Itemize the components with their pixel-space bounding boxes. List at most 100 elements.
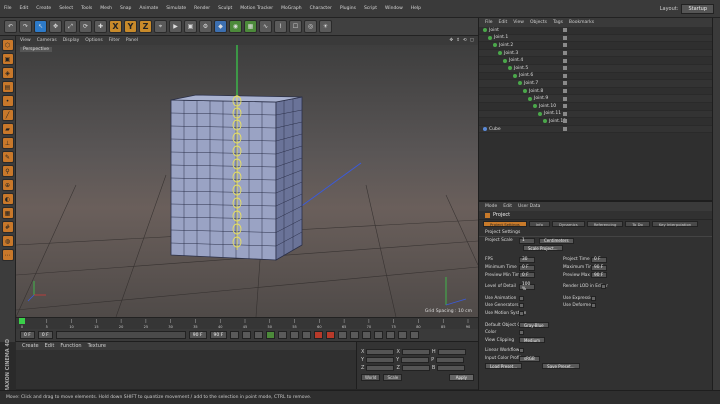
use-deformers-checkbox[interactable]: [591, 303, 596, 309]
menu-mograph[interactable]: MoGraph: [277, 6, 305, 11]
visibility-toggle-icon[interactable]: [563, 119, 567, 124]
visibility-toggle-icon[interactable]: [563, 35, 567, 40]
rotation-key-icon[interactable]: [374, 331, 384, 339]
scale-icon[interactable]: ⤢: [64, 20, 77, 33]
rotate-view-icon[interactable]: ⟲: [463, 38, 467, 43]
object-row[interactable]: Joint.9: [479, 95, 712, 103]
timeline-ruler[interactable]: 0 5 10 15 20 25 30 35 40 45 50 55 60 65 70 75 80 85 90: [16, 317, 478, 329]
current-frame-field[interactable]: 0 F: [37, 331, 53, 339]
maximize-view-icon[interactable]: ▢: [470, 38, 474, 43]
edges-mode-icon[interactable]: ╱: [1, 109, 14, 121]
position-key-icon[interactable]: [350, 331, 360, 339]
use-animation-checkbox[interactable]: [519, 295, 524, 301]
material-menu-texture[interactable]: Texture: [88, 343, 106, 349]
material-menu-edit[interactable]: Edit: [45, 343, 55, 349]
object-row[interactable]: Joint.12: [479, 118, 712, 126]
rotate-icon[interactable]: ⟳: [79, 20, 92, 33]
object-row[interactable]: Cube: [479, 125, 712, 134]
tab-to-do[interactable]: To Do: [625, 221, 650, 227]
right-side-tabs[interactable]: [712, 18, 720, 390]
z-axis-button[interactable]: Z: [139, 20, 152, 33]
prev-key-icon[interactable]: [242, 331, 252, 339]
spline-icon[interactable]: ∿: [259, 20, 272, 33]
use-generators-checkbox[interactable]: [519, 303, 524, 309]
object-row[interactable]: Joint.8: [479, 88, 712, 96]
enable-snap-icon[interactable]: ⊕: [1, 179, 14, 191]
redo-icon[interactable]: ↷: [19, 20, 32, 33]
use-expression-checkbox[interactable]: [591, 295, 596, 301]
undo-icon[interactable]: ↶: [4, 20, 17, 33]
am-menu-mode[interactable]: Mode: [485, 204, 497, 209]
zoom-view-icon[interactable]: ⇕: [456, 38, 460, 43]
x-axis-button[interactable]: X: [109, 20, 122, 33]
render-view-icon[interactable]: ▶: [169, 20, 182, 33]
am-menu-user-data[interactable]: User Data: [518, 204, 540, 209]
object-row[interactable]: Joint.11: [479, 110, 712, 119]
render-settings-icon[interactable]: ⚙: [199, 20, 212, 33]
object-row[interactable]: Joint.1: [479, 34, 712, 43]
tab-dynamics[interactable]: Dynamics: [551, 221, 585, 227]
viewport-menu-panel[interactable]: Panel: [126, 38, 138, 43]
menu-tools[interactable]: Tools: [77, 6, 96, 11]
size-x-field[interactable]: [401, 349, 430, 355]
default-color-dropdown[interactable]: Gray-Blue: [519, 322, 549, 329]
rotation-b-field[interactable]: [437, 365, 466, 371]
timeline-menu-icon[interactable]: [410, 331, 420, 339]
object-row[interactable]: Joint.5: [479, 64, 712, 73]
move-icon[interactable]: ✥: [49, 20, 62, 33]
viewport-menu-display[interactable]: Display: [63, 38, 80, 43]
position-x-field[interactable]: [366, 349, 395, 355]
visibility-toggle-icon[interactable]: [563, 43, 567, 48]
project-scale-unit-dropdown[interactable]: Centimeters: [539, 237, 574, 244]
next-frame-icon[interactable]: [278, 331, 288, 339]
om-menu-edit[interactable]: Edit: [499, 20, 508, 25]
project-scale-field[interactable]: 1: [519, 237, 535, 244]
om-menu-bookmarks[interactable]: Bookmarks: [569, 20, 594, 25]
lock-workplane-icon[interactable]: ◐: [1, 193, 14, 205]
object-row[interactable]: Joint.7: [479, 80, 712, 88]
frame-range-slider[interactable]: [55, 331, 186, 339]
polygons-mode-icon[interactable]: ▰: [1, 123, 14, 135]
om-menu-tags[interactable]: Tags: [553, 20, 563, 25]
scale-project-button[interactable]: Scale Project...: [523, 245, 563, 252]
planar-workplane-icon[interactable]: ▦: [1, 207, 14, 219]
array-icon[interactable]: ▦: [244, 20, 257, 33]
material-menu-create[interactable]: Create: [22, 343, 39, 349]
pan-view-icon[interactable]: ✥: [449, 38, 453, 43]
texture-mode-icon[interactable]: ◈: [1, 67, 14, 79]
viewport-menu-view[interactable]: View: [20, 38, 31, 43]
visibility-toggle-icon[interactable]: [563, 51, 567, 56]
visibility-toggle-icon[interactable]: [563, 66, 567, 71]
goto-start-icon[interactable]: [230, 331, 240, 339]
tab-key-interpolation[interactable]: Key Interpolation: [651, 221, 699, 227]
position-y-field[interactable]: [366, 357, 395, 363]
prev-frame-icon[interactable]: [254, 331, 264, 339]
object-row[interactable]: Joint.2: [479, 42, 712, 50]
size-mode-dropdown[interactable]: Scale: [383, 374, 403, 381]
rotation-p-field[interactable]: [436, 357, 465, 363]
preview-end-field[interactable]: 90 F: [209, 331, 228, 339]
start-frame-field[interactable]: 0 F: [20, 331, 35, 339]
linear-workflow-checkbox[interactable]: [519, 348, 524, 354]
menu-plugins[interactable]: Plugins: [336, 6, 360, 11]
menu-script[interactable]: Script: [360, 6, 381, 11]
menu-sculpt[interactable]: Sculpt: [214, 6, 236, 11]
project-time-field[interactable]: 0 F: [591, 256, 607, 263]
points-mode-icon[interactable]: •: [1, 95, 14, 107]
keyframe-selection-icon[interactable]: [338, 331, 348, 339]
snap-icon[interactable]: ⚲: [1, 165, 14, 177]
menu-animate[interactable]: Animate: [135, 6, 162, 11]
menu-edit[interactable]: Edit: [16, 6, 33, 11]
menu-help[interactable]: Help: [407, 6, 425, 11]
object-row[interactable]: Joint: [479, 27, 712, 35]
scene-icon[interactable]: ☐: [289, 20, 302, 33]
light-icon[interactable]: ☀: [319, 20, 332, 33]
min-time-field[interactable]: 0 F: [519, 264, 535, 271]
om-menu-view[interactable]: View: [513, 20, 524, 25]
layout-dropdown[interactable]: Startup: [681, 3, 714, 14]
grid-icon[interactable]: #: [1, 221, 14, 233]
camera-icon[interactable]: ◎: [304, 20, 317, 33]
position-z-field[interactable]: [366, 365, 395, 371]
menu-character[interactable]: Character: [306, 6, 336, 11]
menu-mesh[interactable]: Mesh: [96, 6, 116, 11]
